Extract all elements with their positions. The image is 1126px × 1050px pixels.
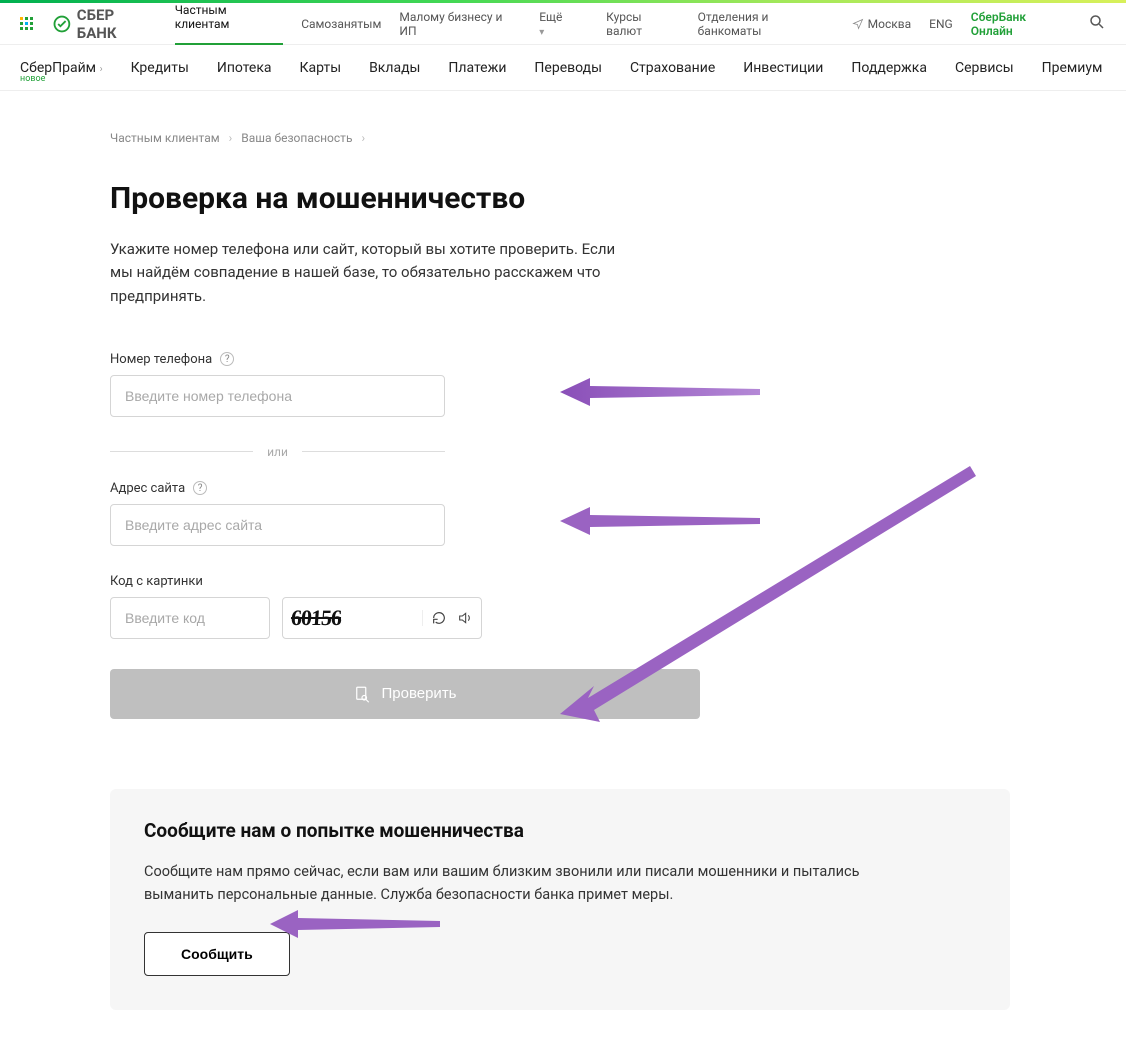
chevron-right-icon: › xyxy=(229,131,233,145)
topnav-selfemployed[interactable]: Самозанятым xyxy=(301,17,381,31)
sber-logo-icon xyxy=(53,15,71,33)
logo-text: СБЕР БАНК xyxy=(77,6,157,42)
check-button-label: Проверить xyxy=(381,685,456,702)
nav-premium[interactable]: Премиум xyxy=(1042,60,1103,76)
nav-cards[interactable]: Карты xyxy=(300,60,342,76)
site-input[interactable] xyxy=(110,504,445,546)
topnav-rates[interactable]: Курсы валют xyxy=(606,10,680,38)
help-icon[interactable]: ? xyxy=(193,481,207,495)
topnav-city[interactable]: Москва xyxy=(852,17,911,31)
report-button[interactable]: Сообщить xyxy=(144,932,290,976)
chevron-right-icon: › xyxy=(361,131,365,145)
divider-or: или xyxy=(110,445,445,459)
chevron-down-icon: ▾ xyxy=(539,27,544,38)
location-icon xyxy=(852,18,864,30)
app-dots-icon xyxy=(20,17,33,30)
nav-invest[interactable]: Инвестиции xyxy=(743,60,823,76)
nav-services[interactable]: Сервисы xyxy=(955,60,1014,76)
document-search-icon xyxy=(353,685,371,703)
page-lead: Укажите номер телефона или сайт, который… xyxy=(110,238,630,308)
speaker-icon xyxy=(457,610,473,626)
topnav-more[interactable]: Ещё ▾ xyxy=(539,10,570,38)
nav-sberprime[interactable]: СберПрайм › новое xyxy=(20,60,103,76)
topnav-lang[interactable]: ENG xyxy=(929,17,953,31)
breadcrumb-security[interactable]: Ваша безопасность xyxy=(241,131,352,145)
phone-input[interactable] xyxy=(110,375,445,417)
page-content: Частным клиентам › Ваша безопасность › П… xyxy=(0,91,980,1050)
topnav-smallbiz[interactable]: Малому бизнесу и ИП xyxy=(399,10,521,38)
phone-field: Номер телефона ? xyxy=(110,352,920,417)
nav-payments[interactable]: Платежи xyxy=(448,60,506,76)
chevron-right-icon: › xyxy=(100,64,103,75)
breadcrumb-private[interactable]: Частным клиентам xyxy=(110,131,220,145)
nav-mortgage[interactable]: Ипотека xyxy=(217,60,272,76)
annotation-arrow xyxy=(270,907,440,941)
refresh-icon xyxy=(431,610,447,626)
annotation-arrow xyxy=(560,374,760,410)
top-nav: СБЕР БАНК Частным клиентам Самозанятым М… xyxy=(0,3,1126,45)
check-button[interactable]: Проверить xyxy=(110,669,700,719)
captcha-image-box: 60156 xyxy=(282,597,482,639)
report-card: Сообщите нам о попытке мошенничества Соо… xyxy=(110,789,1010,1010)
captcha-label: Код с картинки xyxy=(110,574,203,589)
captcha-refresh-button[interactable] xyxy=(431,610,447,626)
nav-credits[interactable]: Кредиты xyxy=(131,60,189,76)
breadcrumb: Частным клиентам › Ваша безопасность › xyxy=(110,131,920,145)
logo[interactable]: СБЕР БАНК xyxy=(53,6,157,42)
nav-deposits[interactable]: Вклады xyxy=(369,60,420,76)
phone-label: Номер телефона xyxy=(110,352,212,367)
annotation-arrow xyxy=(560,503,760,539)
badge-new: новое xyxy=(20,74,45,84)
topnav-online[interactable]: СберБанк Онлайн xyxy=(971,10,1070,38)
help-icon[interactable]: ? xyxy=(220,352,234,366)
nav-transfers[interactable]: Переводы xyxy=(534,60,602,76)
nav-support[interactable]: Поддержка xyxy=(851,60,927,76)
captcha-input[interactable] xyxy=(110,597,270,639)
report-text: Сообщите нам прямо сейчас, если вам или … xyxy=(144,860,904,906)
report-title: Сообщите нам о попытке мошенничества xyxy=(144,819,976,842)
nav-insurance[interactable]: Страхование xyxy=(630,60,715,76)
captcha-audio-button[interactable] xyxy=(457,610,473,626)
topnav-branches[interactable]: Отделения и банкоматы xyxy=(698,10,834,38)
search-icon[interactable] xyxy=(1088,13,1106,34)
captcha-field: Код с картинки 60156 xyxy=(110,574,920,639)
main-nav: СберПрайм › новое Кредиты Ипотека Карты … xyxy=(0,45,1126,91)
site-label: Адрес сайта xyxy=(110,481,185,496)
topnav-private[interactable]: Частным клиентам xyxy=(175,3,283,45)
site-field: Адрес сайта ? xyxy=(110,481,920,546)
captcha-image: 60156 xyxy=(290,605,342,631)
page-title: Проверка на мошенничество xyxy=(110,181,920,216)
